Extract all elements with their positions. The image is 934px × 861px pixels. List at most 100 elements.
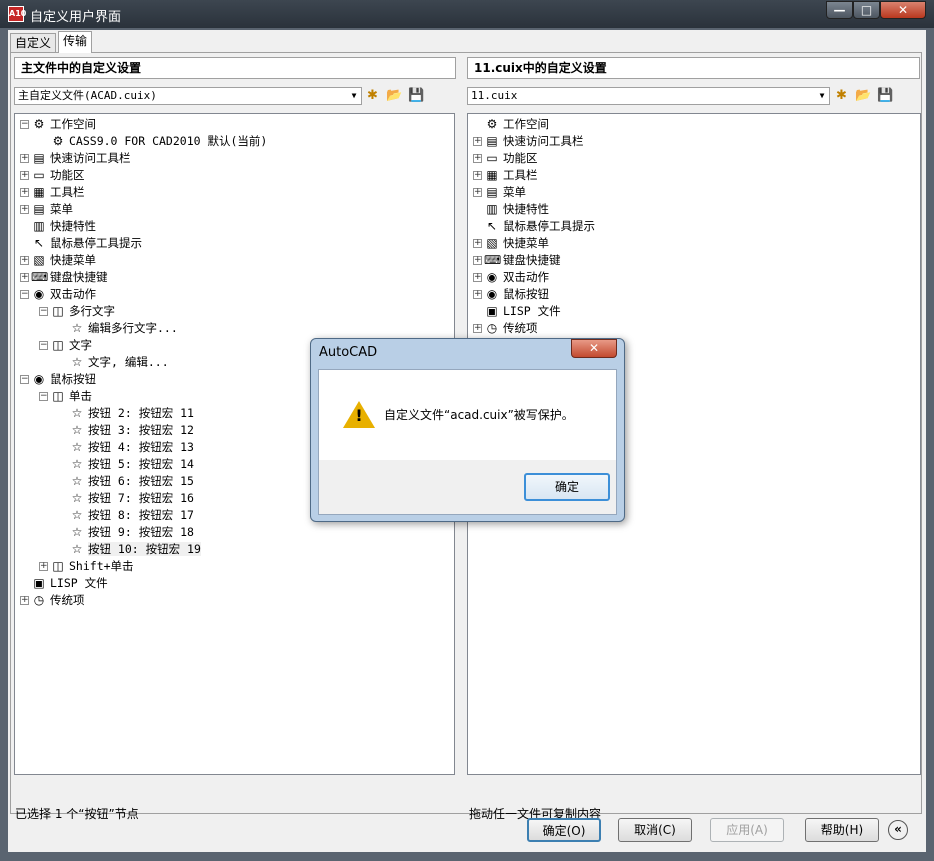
expand-icon[interactable]: + — [20, 596, 29, 605]
tree-node[interactable]: − ⚙ 工作空间 — [20, 116, 96, 133]
tree-node[interactable]: ↖ 鼠标悬停工具提示 — [473, 218, 595, 235]
tree-node[interactable]: − ◫ 多行文字 — [39, 303, 115, 320]
open-folder-icon[interactable]: 📂 — [855, 87, 872, 104]
tree-node-icon: ⌨ — [484, 253, 502, 267]
save-icon[interactable]: 💾 — [408, 87, 425, 104]
expand-icon[interactable]: + — [473, 239, 482, 248]
tree-node[interactable]: + ▤ 菜单 — [473, 184, 526, 201]
expand-icon[interactable]: + — [20, 273, 29, 282]
tree-node[interactable]: ☆ 按钮 5: 按钮宏 14 — [58, 456, 194, 473]
expand-icon[interactable]: + — [473, 137, 482, 146]
left-file-combo[interactable]: 主自定义文件(ACAD.cuix) ▼ — [14, 87, 362, 105]
new-file-icon[interactable]: ✱ — [364, 87, 381, 104]
customize-ui-window: A10 自定义用户界面 — □ ✕ 自定义 传输 主文件中的自定义设置 主自定义… — [0, 0, 934, 861]
expand-icon[interactable]: + — [20, 256, 29, 265]
dialog-close-button[interactable]: ✕ — [571, 339, 617, 358]
collapse-icon[interactable]: − — [20, 375, 29, 384]
expand-icon[interactable]: + — [20, 205, 29, 214]
tree-node-label: 鼠标按钮 — [503, 287, 549, 301]
tree-node[interactable]: + ▤ 菜单 — [20, 201, 73, 218]
expand-icon[interactable]: + — [473, 256, 482, 265]
tree-node[interactable]: ☆ 按钮 7: 按钮宏 16 — [58, 490, 194, 507]
tree-node[interactable]: ☆ 按钮 6: 按钮宏 15 — [58, 473, 194, 490]
collapse-icon[interactable]: − — [20, 120, 29, 129]
tree-node[interactable]: ⚙ CASS9.0 FOR CAD2010 默认(当前) — [39, 133, 268, 150]
expand-icon[interactable]: + — [39, 562, 48, 571]
ok-button[interactable]: 确定(O) — [527, 818, 601, 842]
tree-node[interactable]: + ▭ 功能区 — [20, 167, 85, 184]
tree-node[interactable]: ▣ LISP 文件 — [473, 303, 560, 320]
left-panel-header: 主文件中的自定义设置 — [14, 57, 456, 79]
tree-node[interactable]: + ◷ 传统项 — [473, 320, 538, 337]
tree-node[interactable]: ☆ 按钮 8: 按钮宏 17 — [58, 507, 194, 524]
tree-node[interactable]: ☆ 文字, 编辑... — [58, 354, 169, 371]
expand-icon[interactable]: + — [473, 188, 482, 197]
window-title: 自定义用户界面 — [30, 10, 122, 25]
open-folder-icon[interactable]: 📂 — [386, 87, 403, 104]
save-icon[interactable]: 💾 — [877, 87, 894, 104]
tree-node[interactable]: ↖ 鼠标悬停工具提示 — [20, 235, 142, 252]
tree-node-icon: ☆ — [71, 440, 83, 454]
tree-node[interactable]: − ◉ 双击动作 — [20, 286, 96, 303]
collapse-icon[interactable]: − — [39, 341, 48, 350]
tree-node[interactable]: ▥ 快捷特性 — [473, 201, 549, 218]
tree-node[interactable]: ▣ LISP 文件 — [20, 575, 107, 592]
expand-icon[interactable]: + — [473, 273, 482, 282]
tree-node[interactable]: ☆ 按钮 9: 按钮宏 18 — [58, 524, 194, 541]
tab-transfer[interactable]: 传输 — [58, 31, 93, 53]
collapse-panel-icon[interactable]: « — [888, 820, 908, 840]
new-file-icon[interactable]: ✱ — [833, 87, 850, 104]
dialog-ok-button[interactable]: 确定 — [524, 473, 610, 501]
tree-node[interactable]: + ◉ 双击动作 — [473, 269, 549, 286]
expand-icon[interactable]: + — [473, 324, 482, 333]
tree-node[interactable]: ⚙ 工作空间 — [473, 116, 549, 133]
expand-icon[interactable]: + — [20, 188, 29, 197]
tree-node-label: 鼠标按钮 — [50, 372, 96, 386]
tree-node-label: 传统项 — [503, 321, 538, 335]
tree-node[interactable]: ☆ 按钮 10: 按钮宏 19 — [58, 541, 201, 558]
tree-node[interactable]: ☆ 按钮 2: 按钮宏 11 — [58, 405, 194, 422]
close-button[interactable]: ✕ — [880, 1, 926, 19]
tree-node[interactable]: + ▦ 工具栏 — [20, 184, 85, 201]
tree-node[interactable]: + ⌨ 键盘快捷键 — [20, 269, 108, 286]
maximize-button[interactable]: □ — [853, 1, 880, 19]
expand-icon[interactable]: + — [20, 171, 29, 180]
tree-node-label: 鼠标悬停工具提示 — [503, 219, 595, 233]
expand-icon[interactable]: + — [473, 171, 482, 180]
tree-node[interactable]: + ▤ 快速访问工具栏 — [20, 150, 131, 167]
tree-node[interactable]: − ◫ 单击 — [39, 388, 92, 405]
tree-node-icon: ▭ — [33, 168, 45, 182]
chevron-down-icon[interactable]: ▼ — [815, 88, 829, 104]
expand-icon[interactable]: + — [473, 290, 482, 299]
apply-button[interactable]: 应用(A) — [710, 818, 784, 842]
tree-node[interactable]: ▥ 快捷特性 — [20, 218, 96, 235]
cancel-button[interactable]: 取消(C) — [618, 818, 692, 842]
expand-icon[interactable]: + — [473, 154, 482, 163]
tree-node[interactable]: + ▧ 快捷菜单 — [473, 235, 549, 252]
tree-node[interactable]: − ◫ 文字 — [39, 337, 92, 354]
tree-node[interactable]: ☆ 编辑多行文字... — [58, 320, 178, 337]
help-button[interactable]: 帮助(H) — [805, 818, 879, 842]
collapse-icon[interactable]: − — [39, 307, 48, 316]
right-file-combo[interactable]: 11.cuix ▼ — [467, 87, 830, 105]
tree-node-label: 键盘快捷键 — [503, 253, 561, 267]
collapse-icon[interactable]: − — [20, 290, 29, 299]
tree-node[interactable]: + ▦ 工具栏 — [473, 167, 538, 184]
tree-node[interactable]: + ◫ Shift+单击 — [39, 558, 134, 575]
title-bar: A10 自定义用户界面 — □ ✕ — [0, 0, 934, 28]
tree-node[interactable]: + ⌨ 键盘快捷键 — [473, 252, 561, 269]
tab-customize[interactable]: 自定义 — [10, 33, 57, 53]
tree-node[interactable]: + ▤ 快速访问工具栏 — [473, 133, 584, 150]
collapse-icon[interactable]: − — [39, 392, 48, 401]
chevron-down-icon[interactable]: ▼ — [347, 88, 361, 104]
tree-node[interactable]: − ◉ 鼠标按钮 — [20, 371, 96, 388]
minimize-button[interactable]: — — [826, 1, 853, 19]
tree-node-icon: ↖ — [33, 236, 45, 250]
tree-node[interactable]: + ◷ 传统项 — [20, 592, 85, 609]
tree-node[interactable]: ☆ 按钮 3: 按钮宏 12 — [58, 422, 194, 439]
expand-icon[interactable]: + — [20, 154, 29, 163]
tree-node[interactable]: + ▭ 功能区 — [473, 150, 538, 167]
tree-node[interactable]: + ▧ 快捷菜单 — [20, 252, 96, 269]
tree-node[interactable]: ☆ 按钮 4: 按钮宏 13 — [58, 439, 194, 456]
tree-node[interactable]: + ◉ 鼠标按钮 — [473, 286, 549, 303]
